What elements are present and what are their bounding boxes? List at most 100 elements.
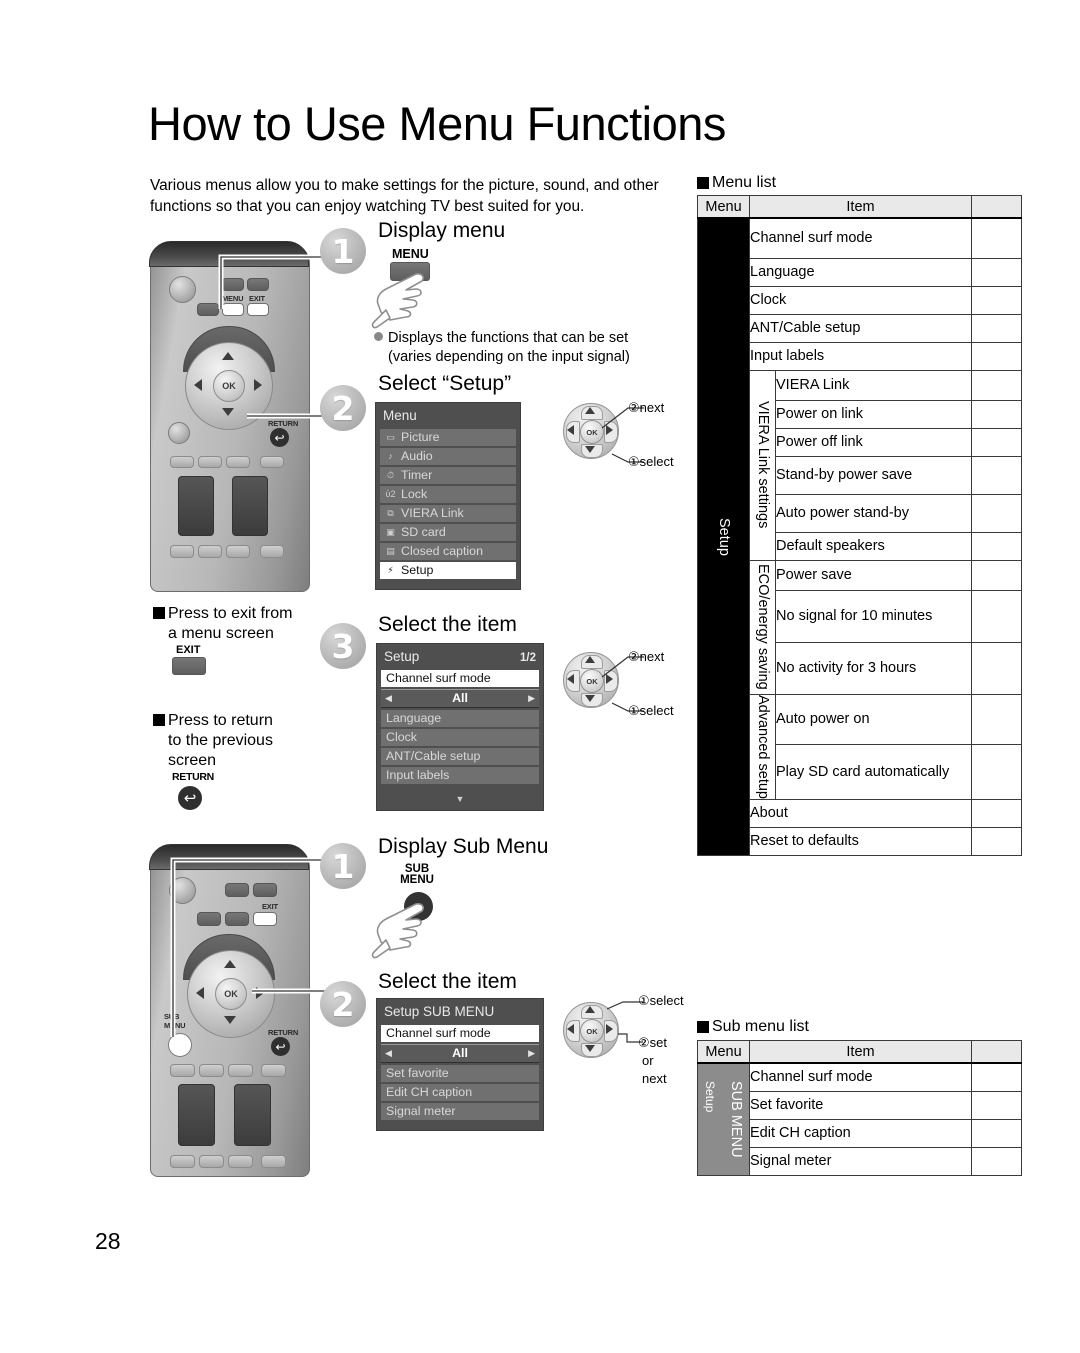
bottom-button-2[interactable] bbox=[199, 1155, 224, 1168]
step-1-note-line2: (varies depending on the input signal) bbox=[388, 349, 630, 365]
large-pad-left[interactable] bbox=[178, 476, 214, 536]
osd-menu-item[interactable]: ▣ SD card bbox=[380, 524, 516, 541]
osd-row[interactable]: Set favorite bbox=[381, 1065, 539, 1082]
item-cell: Power on link bbox=[775, 399, 972, 429]
item-cell: Reset to defaults bbox=[749, 826, 972, 856]
bottom-button-4[interactable] bbox=[261, 1155, 286, 1168]
osd-value-left-arrow-icon[interactable]: ◀ bbox=[385, 1045, 392, 1062]
osd-row[interactable]: Edit CH caption bbox=[381, 1084, 539, 1101]
item-cell: Power save bbox=[775, 559, 972, 591]
page-ref-cell bbox=[971, 341, 1022, 371]
osd-main-menu-title-label: Menu bbox=[383, 408, 417, 423]
page-ref-cell bbox=[971, 559, 1022, 591]
osd-menu-item[interactable]: ⧉ VIERA Link bbox=[380, 505, 516, 522]
osd-value-right-arrow-icon[interactable]: ▶ bbox=[528, 690, 535, 707]
bottom-button-1[interactable] bbox=[170, 545, 194, 558]
step3-select-label: ①select bbox=[628, 703, 674, 718]
setup-icon: ⚡ bbox=[387, 565, 394, 575]
large-pad-left[interactable] bbox=[178, 1084, 215, 1146]
col-header-page bbox=[971, 1040, 1022, 1064]
page-ref-cell bbox=[971, 1090, 1022, 1120]
dpad-up-icon[interactable] bbox=[222, 352, 234, 360]
color-button-2[interactable] bbox=[199, 1064, 224, 1077]
large-pad-right[interactable] bbox=[234, 1084, 271, 1146]
osd-value-left-arrow-icon[interactable]: ◀ bbox=[385, 690, 392, 707]
osd-value-right-arrow-icon[interactable]: ▶ bbox=[528, 1045, 535, 1062]
osd-row-label: Channel surf mode bbox=[386, 671, 491, 685]
dpad-left-icon[interactable] bbox=[194, 379, 202, 391]
osd-row[interactable]: ANT/Cable setup bbox=[381, 748, 539, 765]
osd-menu-item[interactable]: ▭ Picture bbox=[380, 429, 516, 446]
bottom-button-3[interactable] bbox=[226, 545, 250, 558]
color-button-2[interactable] bbox=[198, 456, 222, 468]
item-cell: Edit CH caption bbox=[749, 1118, 972, 1148]
item-cell: VIERA Link bbox=[775, 369, 972, 401]
item-cell: Channel surf mode bbox=[749, 1062, 972, 1092]
item-cell: Input labels bbox=[749, 341, 972, 371]
osd-row[interactable]: ◀ ▶ All bbox=[381, 689, 539, 708]
remote-round-button-left[interactable] bbox=[168, 422, 190, 444]
page-ref-cell bbox=[971, 493, 1022, 533]
osd-setup-rows: Channel surf mode ◀ ▶ All Language Clock ANT/C… bbox=[377, 670, 543, 794]
osd-row-label: Signal meter bbox=[386, 1104, 456, 1118]
power-button[interactable] bbox=[169, 276, 196, 303]
bottom-button-4[interactable] bbox=[260, 545, 284, 558]
page-ref-cell bbox=[971, 369, 1022, 401]
bottom-button-3[interactable] bbox=[228, 1155, 253, 1168]
bottom-button-1[interactable] bbox=[170, 1155, 195, 1168]
col-header-menu: Menu bbox=[697, 1040, 750, 1064]
osd-row[interactable]: Channel surf mode bbox=[381, 1025, 539, 1042]
osd-menu-item[interactable]: ♪ Audio bbox=[380, 448, 516, 465]
osd-row[interactable]: Language bbox=[381, 710, 539, 727]
item-cell: Default speakers bbox=[775, 531, 972, 561]
tip-return-line2: to the previous bbox=[168, 732, 273, 749]
osd-menu-item[interactable]: ⏱ Timer bbox=[380, 467, 516, 484]
page-ref-cell bbox=[971, 257, 1022, 287]
tip-exit-line1: Press to exit from bbox=[168, 605, 293, 622]
remote-return-button[interactable]: ↩ bbox=[270, 428, 289, 447]
osd-row[interactable]: Signal meter bbox=[381, 1103, 539, 1120]
table-header-row: Menu Item bbox=[697, 1040, 1022, 1064]
large-pad-right[interactable] bbox=[232, 476, 268, 536]
color-button-1[interactable] bbox=[170, 456, 194, 468]
menu-column-cell: SUB MENU Setup bbox=[697, 1062, 750, 1176]
osd-menu-item[interactable]: ⚡ Setup bbox=[380, 562, 516, 579]
osd-main-menu: Menu ▭ Picture ♪ Audio ⏱ Timer ὑ2 Lock ⧉ VIERA Li… bbox=[375, 402, 521, 590]
osd-row[interactable]: Clock bbox=[381, 729, 539, 746]
osd-menu-item[interactable]: ὑ2 Lock bbox=[380, 486, 516, 503]
dpad-down-icon[interactable] bbox=[222, 408, 234, 416]
color-button-4[interactable] bbox=[260, 456, 284, 468]
table-header-row: Menu Item bbox=[697, 195, 1022, 219]
page-ref-cell bbox=[971, 589, 1022, 643]
remote-ok-button[interactable]: OK bbox=[213, 370, 245, 402]
return-key-button[interactable]: ↩ bbox=[178, 786, 202, 810]
col-header-menu: Menu bbox=[697, 195, 750, 219]
intro-paragraph: Various menus allow you to make settings… bbox=[150, 177, 659, 215]
osd-row[interactable]: Input labels bbox=[381, 767, 539, 784]
manual-page: How to Use Menu Functions Various menus … bbox=[0, 0, 1080, 1353]
color-button-3[interactable] bbox=[226, 456, 250, 468]
item-cell: About bbox=[749, 798, 972, 828]
osd-setup-page-indicator: 1/2 bbox=[520, 652, 536, 664]
menu-key-label: MENU bbox=[392, 247, 429, 261]
item-cell: Language bbox=[749, 257, 972, 287]
page-ref-cell bbox=[971, 1062, 1022, 1092]
page-title: How to Use Menu Functions bbox=[148, 97, 726, 150]
page-number: 28 bbox=[95, 1228, 121, 1254]
color-button-1[interactable] bbox=[170, 1064, 195, 1077]
step-2-badge: 2 bbox=[320, 385, 366, 431]
bottom-button-2[interactable] bbox=[198, 545, 222, 558]
audio-icon: ♪ bbox=[388, 451, 393, 461]
osd-setup-scroll-icon[interactable]: ▼ bbox=[377, 794, 543, 804]
exit-key-button[interactable] bbox=[172, 657, 206, 675]
osd-row[interactable]: ◀ ▶ All bbox=[381, 1044, 539, 1063]
color-button-4[interactable] bbox=[261, 1064, 286, 1077]
step2-next-label: ②next bbox=[628, 400, 665, 415]
dpad-right-icon[interactable] bbox=[254, 379, 262, 391]
osd-row[interactable]: Channel surf mode bbox=[381, 670, 539, 687]
step-1-badge: 1 bbox=[320, 228, 366, 274]
tip-return: Press to return to the previous screen bbox=[153, 711, 273, 771]
menu-column-cell: Setup bbox=[697, 217, 750, 856]
osd-menu-item[interactable]: ▤ Closed caption bbox=[380, 543, 516, 560]
color-button-3[interactable] bbox=[228, 1064, 253, 1077]
